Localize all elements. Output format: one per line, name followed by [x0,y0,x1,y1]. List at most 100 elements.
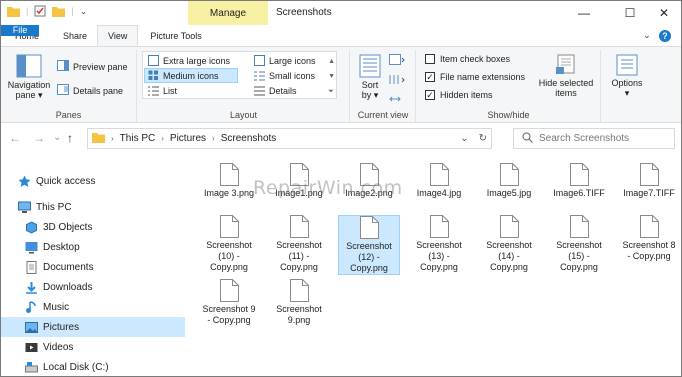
file-item[interactable]: Screenshot (11) - Copy.png [268,215,330,273]
file-item[interactable]: Screenshot (13) - Copy.png [408,215,470,273]
file-item[interactable]: Screenshot 8 - Copy.png [618,215,680,262]
file-name: Image4.jpg [416,188,462,198]
watermark: RepairWin.com [253,177,403,199]
tab-file[interactable]: File [1,25,39,36]
file-item-selected[interactable]: Screenshot (12) - Copy.png [338,215,400,275]
nav-item-documents[interactable]: Documents [1,257,185,277]
minimize-button[interactable]: — [567,1,601,25]
nav-item-label: Music [43,301,70,313]
address-dropdown-icon[interactable]: ⌄ [460,133,468,144]
gallery-scroll[interactable]: ▲ ▼ ⏷ [328,54,335,99]
tab-view[interactable]: View [97,25,139,46]
nav-item-desktop[interactable]: Desktop [1,237,185,257]
file-item[interactable]: Image 3.png [198,163,260,199]
layout-item-label: Extra large icons [163,55,231,66]
file-name-extensions-checkbox[interactable]: ✓ [425,72,435,82]
details-pane-button[interactable]: Details pane [57,84,123,97]
breadcrumb-screenshots[interactable]: Screenshots [221,133,277,144]
file-name: Screenshot (11) - Copy.png [276,240,322,272]
help-icon[interactable]: ? [659,29,671,42]
hide-selected-icon [554,54,578,78]
layout-medium-icons[interactable]: Medium icons [144,68,238,83]
item-check-boxes-checkbox[interactable] [425,54,435,64]
file-item[interactable]: Screenshot (10) - Copy.png [198,215,260,273]
file-page-icon [289,215,309,238]
hidden-items-toggle[interactable]: ✓ Hidden items [425,90,493,100]
view-mini-buttons [389,54,405,107]
item-check-boxes-toggle[interactable]: Item check boxes [425,54,510,64]
address-tail: ⌄ ↻ [460,133,487,144]
window-title: Screenshots [276,7,332,18]
file-item[interactable]: Image7.TIFF [618,163,680,199]
hidden-items-checkbox[interactable]: ✓ [425,90,435,100]
size-columns-icon[interactable] [389,94,405,107]
file-item[interactable]: Screenshot (15) - Copy.png [548,215,610,273]
sort-icon [359,54,381,80]
properties-icon[interactable] [34,5,46,17]
breadcrumb-pictures[interactable]: Pictures [170,133,206,144]
search-box[interactable]: Search Screenshots [513,128,675,149]
file-item[interactable]: Screenshot 9 - Copy.png [198,279,260,326]
file-item[interactable]: Image6.TIFF [548,163,610,199]
nav-item-videos[interactable]: Videos [1,337,185,357]
list-icon [148,85,159,96]
current-view-group-label: Current view [357,110,409,120]
breadcrumb-this-pc[interactable]: This PC [120,133,156,144]
ribbon-expand-icon[interactable]: ⌄ [643,30,651,41]
breadcrumb-separator: › [212,134,215,143]
close-button[interactable]: ✕ [647,1,681,25]
customize-qat-icon[interactable]: ⌄ [80,6,88,17]
medium-icons-icon [148,70,159,81]
extra-large-icons-icon [148,55,159,66]
nav-item-pictures[interactable]: Pictures [1,317,185,337]
disk-icon [25,361,38,374]
file-name-extensions-toggle[interactable]: ✓ File name extensions [425,72,525,82]
music-icon [25,300,38,314]
tab-right-controls: ⌄ ? [643,25,681,46]
back-button[interactable]: ← [9,131,21,145]
preview-pane-icon [57,60,69,73]
maximize-button[interactable]: ☐ [613,1,647,25]
nav-item-quick-access[interactable]: Quick access [1,171,185,191]
navigation-pane-button[interactable]: Navigation pane ▾ [5,54,53,100]
nav-item-local-disk[interactable]: Local Disk (C:) [1,357,185,376]
hide-selected-items-button[interactable]: Hide selected items [535,54,597,98]
tab-share[interactable]: Share [53,25,97,46]
address-bar[interactable]: › This PC › Pictures › Screenshots ⌄ ↻ [87,128,492,149]
up-button[interactable]: ↑ [67,131,73,145]
layout-large-icons[interactable]: Large icons [251,53,319,68]
nav-item-this-pc[interactable]: This PC [1,197,185,217]
layout-list[interactable]: List [145,83,180,98]
show-hide-group-label: Show/hide [487,110,530,120]
nav-item-label: Downloads [43,281,93,293]
layout-details[interactable]: Details [251,83,300,98]
file-name: Image5.jpg [486,188,532,198]
file-item[interactable]: Image5.jpg [478,163,540,199]
layout-item-label: Small icons [269,70,316,81]
nav-item-3d-objects[interactable]: 3D Objects [1,217,185,237]
forward-button[interactable]: → [33,131,45,145]
details-pane-icon [57,84,69,97]
file-item[interactable]: Screenshot (14) - Copy.png [478,215,540,273]
file-item[interactable]: Screenshot 9.png [268,279,330,326]
sort-by-button[interactable]: Sort by ▾ [355,54,385,100]
file-item[interactable]: Image4.jpg [408,163,470,199]
quick-access-toolbar: | | ⌄ [7,5,87,17]
options-caret: ▾ [624,88,630,98]
nav-item-downloads[interactable]: Downloads [1,277,185,297]
layout-small-icons[interactable]: Small icons [251,68,318,83]
options-button[interactable]: Options ▾ [606,54,648,98]
recent-locations-button[interactable]: ⌄ [53,132,61,143]
preview-pane-button[interactable]: Preview pane [57,60,128,73]
add-columns-icon[interactable] [389,74,405,87]
manage-contextual-tab[interactable]: Manage [188,1,268,25]
cube-icon [25,220,38,234]
nav-item-music[interactable]: Music [1,297,185,317]
refresh-icon[interactable]: ↻ [479,133,487,144]
preview-pane-label: Preview pane [73,61,128,72]
new-folder-icon[interactable] [52,6,66,17]
layout-extra-large-icons[interactable]: Extra large icons [145,53,233,68]
tab-picture-tools[interactable]: Picture Tools [138,25,213,46]
group-by-icon[interactable] [389,54,405,67]
file-name: Image6.TIFF [553,188,605,198]
